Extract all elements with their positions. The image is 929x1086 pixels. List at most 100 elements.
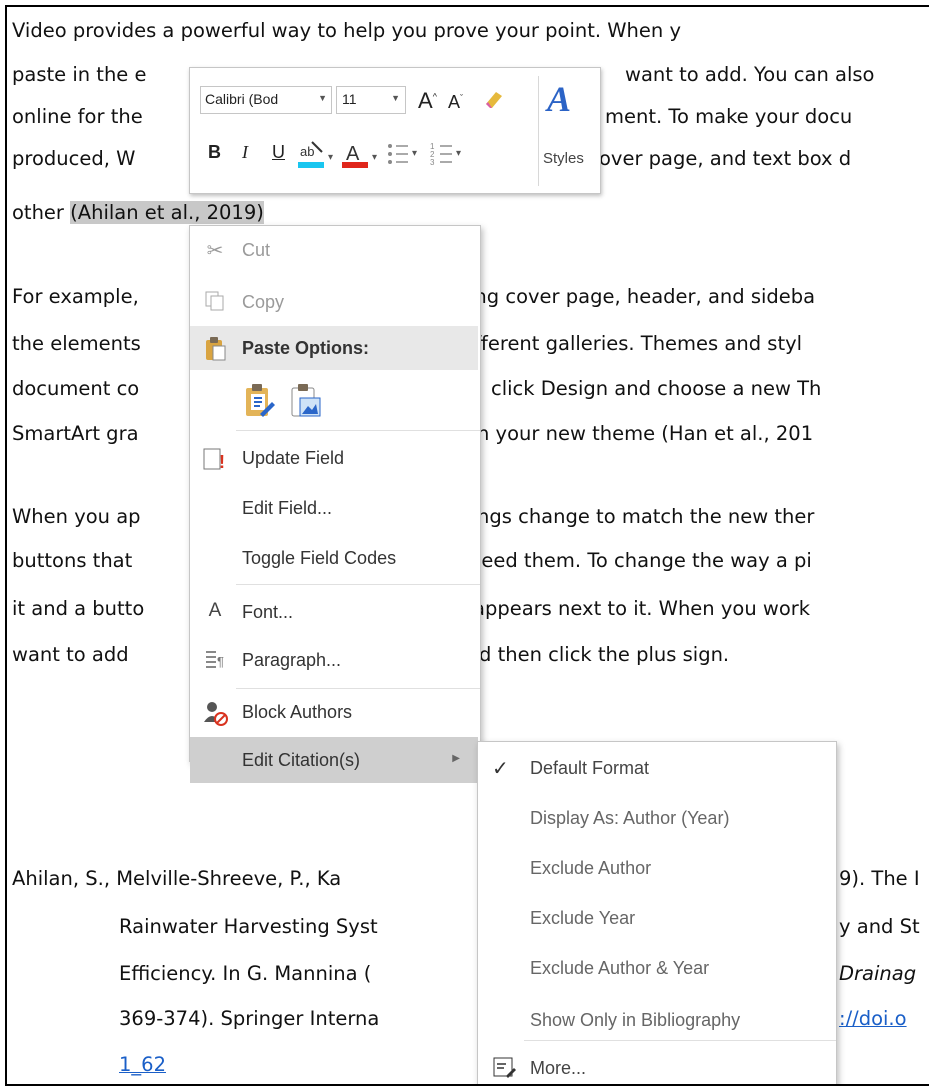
ref-doi-link[interactable]: ://doi.o bbox=[839, 1007, 907, 1030]
bullets-icon: ▾ bbox=[388, 144, 417, 164]
block-authors-icon bbox=[202, 700, 228, 726]
grow-font-icon: A bbox=[418, 88, 433, 113]
ref-line-2b: y and St bbox=[839, 915, 920, 938]
ref-line-3b: Drainag bbox=[839, 962, 917, 985]
clear-formatting-button[interactable] bbox=[482, 86, 506, 115]
italic-button[interactable]: I bbox=[242, 142, 248, 163]
doc-p2-line-4b: h your new theme (Han et al., 201 bbox=[477, 422, 814, 445]
menu-item-label: Toggle Field Codes bbox=[242, 548, 397, 568]
doc-text: other bbox=[12, 201, 71, 224]
numbering-button[interactable]: 1 2 3 ▾ bbox=[430, 140, 466, 173]
font-size-dropdown[interactable]: 11 ▼ bbox=[336, 86, 406, 114]
svg-text:3: 3 bbox=[430, 158, 435, 167]
font-color-icon: A ▾ bbox=[342, 143, 377, 168]
ref-line-2a: Rainwater Harvesting Syst bbox=[119, 915, 378, 938]
doc-line-1: Video provides a powerful way to help yo… bbox=[12, 19, 682, 42]
submenu-item-display-as[interactable]: Display As: Author (Year) bbox=[478, 794, 834, 842]
paragraph-icon: ¶ bbox=[202, 648, 228, 674]
submenu-item-label: Display As: Author (Year) bbox=[530, 808, 730, 828]
submenu-item-exclude-year[interactable]: Exclude Year bbox=[478, 894, 834, 942]
styles-button[interactable]: A Styles bbox=[538, 76, 595, 186]
doc-p3-line-3a: it and a butto bbox=[12, 597, 145, 620]
submenu-item-exclude-author-year[interactable]: Exclude Author & Year bbox=[478, 944, 834, 992]
ref-line-4a: 369-374). Springer Interna bbox=[119, 1007, 380, 1030]
submenu-item-label: Default Format bbox=[530, 758, 650, 778]
highlight-icon: ab ▾ bbox=[298, 141, 333, 168]
paste-options-header: Paste Options: bbox=[190, 326, 478, 370]
doc-p2-line-1a: For example, bbox=[12, 285, 139, 308]
underline-icon: U bbox=[272, 142, 285, 162]
doc-p2-line-3a: document co bbox=[12, 377, 140, 400]
ref-line-1a: Ahilan, S., Melville-Shreeve, P., Ka bbox=[12, 867, 342, 890]
paste-options-row bbox=[242, 378, 362, 426]
italic-icon: I bbox=[242, 142, 248, 162]
numbering-icon: 123▾ bbox=[430, 142, 461, 167]
font-color-button[interactable]: A ▾ bbox=[342, 138, 382, 175]
update-field-icon: ! bbox=[202, 446, 228, 472]
grow-font-button[interactable]: A^ bbox=[418, 88, 437, 114]
menu-item-label: Edit Field... bbox=[242, 498, 333, 518]
menu-separator bbox=[236, 688, 480, 689]
menu-item-cut[interactable]: ✂ Cut bbox=[190, 228, 478, 272]
menu-item-label: Cut bbox=[242, 240, 271, 260]
paste-icon bbox=[202, 336, 228, 362]
doc-p3-line-2a: buttons that bbox=[12, 549, 133, 572]
styles-icon: A bbox=[547, 79, 572, 119]
menu-item-paragraph[interactable]: ¶ Paragraph... bbox=[190, 638, 478, 682]
doc-p3-line-3b: appears next to it. When you work bbox=[473, 597, 811, 620]
menu-item-font[interactable]: A Font... bbox=[190, 590, 478, 634]
shrink-font-button[interactable]: Aˇ bbox=[448, 92, 463, 113]
bold-button[interactable]: B bbox=[208, 142, 221, 163]
font-icon: A bbox=[208, 600, 222, 621]
doc-line-4b: over page, and text box d bbox=[599, 147, 852, 170]
menu-item-label: Font... bbox=[242, 602, 294, 622]
svg-text:ab: ab bbox=[300, 144, 314, 159]
ref-doi-link-cont[interactable]: 1_62 bbox=[119, 1053, 166, 1076]
submenu-item-exclude-author[interactable]: Exclude Author bbox=[478, 844, 834, 892]
edit-citation-submenu: ✓ Default Format Display As: Author (Yea… bbox=[477, 741, 837, 1084]
chevron-down-icon: ▼ bbox=[318, 93, 327, 103]
menu-item-toggle-field-codes[interactable]: Toggle Field Codes bbox=[190, 536, 478, 580]
bold-icon: B bbox=[208, 142, 221, 162]
menu-item-label: Paste Options: bbox=[242, 338, 370, 358]
styles-label: Styles bbox=[543, 150, 584, 167]
svg-text:▾: ▾ bbox=[328, 152, 333, 163]
menu-item-edit-field[interactable]: Edit Field... bbox=[190, 486, 478, 530]
highlight-button[interactable]: ab ▾ bbox=[298, 138, 338, 175]
menu-separator bbox=[236, 430, 480, 431]
menu-item-edit-citations-row[interactable]: Edit Citation(s) ▶ bbox=[190, 737, 478, 783]
paste-picture-icon[interactable] bbox=[288, 382, 322, 420]
menu-item-label: Block Authors bbox=[242, 702, 353, 722]
context-menu: ✂ Cut Copy Paste Options: ! Update Field… bbox=[189, 225, 481, 762]
bullets-button[interactable]: ▾ bbox=[386, 140, 422, 173]
doc-p3-line-4a: want to add bbox=[12, 643, 129, 666]
submenu-item-show-only-bibliography[interactable]: Show Only in Bibliography bbox=[478, 996, 834, 1044]
submenu-item-more[interactable]: More... bbox=[478, 1044, 834, 1084]
shrink-font-icon: A bbox=[448, 92, 461, 112]
doc-p3-line-2b: need them. To change the way a pi bbox=[469, 549, 812, 572]
menu-item-update-field[interactable]: ! Update Field bbox=[190, 436, 478, 480]
chevron-down-icon: ▼ bbox=[391, 93, 400, 103]
menu-item-label: Copy bbox=[242, 292, 285, 312]
font-name-dropdown[interactable]: Calibri (Bod ▼ bbox=[200, 86, 332, 114]
submenu-item-default-format[interactable]: ✓ Default Format bbox=[478, 744, 834, 792]
underline-button[interactable]: U bbox=[272, 142, 285, 163]
menu-item-copy[interactable]: Copy bbox=[190, 280, 478, 324]
citation-field[interactable]: (Ahilan et al., 2019) bbox=[70, 201, 264, 224]
svg-text:!: ! bbox=[219, 452, 225, 472]
menu-item-label: Paragraph... bbox=[242, 650, 342, 670]
paste-keep-formatting-icon[interactable] bbox=[242, 382, 276, 420]
doc-line-4a: produced, W bbox=[12, 147, 136, 170]
menu-item-block-authors[interactable]: Block Authors bbox=[190, 690, 478, 734]
doc-p2-line-4a: SmartArt gra bbox=[12, 422, 139, 445]
doc-line-2a: paste in the e bbox=[12, 63, 147, 86]
screenshot-frame: Video provides a powerful way to help yo… bbox=[5, 5, 929, 1086]
doc-p2-line-2a: the elements bbox=[12, 332, 141, 355]
doc-line-3a: online for the bbox=[12, 105, 143, 128]
chevron-right-icon: ▶ bbox=[452, 753, 460, 764]
ref-line-1b: 9). The I bbox=[839, 867, 920, 890]
citation-author: (Ahilan bbox=[70, 201, 139, 224]
doc-line-5: other (Ahilan et al., 2019) bbox=[12, 201, 264, 224]
submenu-item-label: Exclude Year bbox=[530, 908, 636, 928]
doc-p3-line-4b: d then click the plus sign. bbox=[479, 643, 730, 666]
